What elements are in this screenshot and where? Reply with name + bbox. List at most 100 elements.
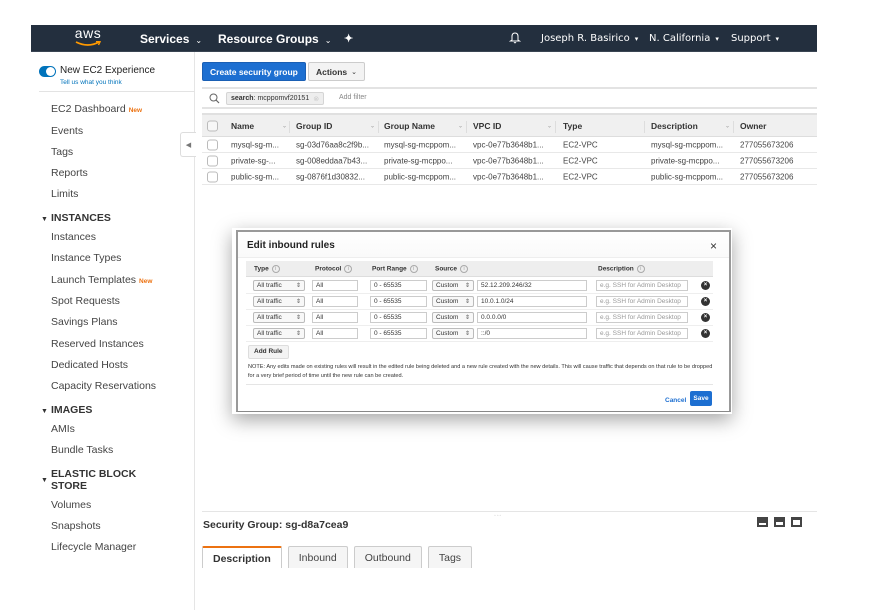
protocol-field[interactable]: All bbox=[312, 280, 358, 291]
sort-icon[interactable]: ⌄ bbox=[458, 122, 463, 129]
create-security-group-button[interactable]: Create security group bbox=[202, 62, 306, 81]
sort-icon[interactable]: ⌄ bbox=[725, 122, 730, 129]
remove-filter-icon[interactable]: ⊗ bbox=[313, 95, 319, 103]
new-experience-toggle[interactable] bbox=[39, 66, 56, 77]
search-filter-token[interactable]: search: mcppomvf20151 ⊗ bbox=[226, 92, 325, 105]
type-select[interactable]: All traffic ⇕ bbox=[253, 328, 305, 339]
sidebar-item-reserved-instances[interactable]: Reserved Instances bbox=[51, 338, 144, 350]
remove-rule-icon[interactable]: × bbox=[701, 297, 710, 306]
port-range-field[interactable]: 0 - 65535 bbox=[370, 312, 427, 323]
description-field[interactable]: e.g. SSH for Admin Desktop bbox=[596, 328, 688, 339]
tab-outbound[interactable]: Outbound bbox=[353, 546, 422, 568]
cancel-button[interactable]: Cancel bbox=[665, 397, 686, 404]
row-checkbox[interactable] bbox=[207, 139, 218, 150]
column-header-description[interactable]: Description bbox=[651, 121, 698, 131]
actions-button[interactable]: Actions ⌄ bbox=[308, 62, 365, 81]
port-range-field[interactable]: 0 - 65535 bbox=[370, 296, 427, 307]
remove-rule-icon[interactable]: × bbox=[701, 329, 710, 338]
layout-bottom-small-icon[interactable] bbox=[757, 517, 768, 527]
port-range-field[interactable]: 0 - 65535 bbox=[370, 328, 427, 339]
sidebar-item-capacity-reservations[interactable]: Capacity Reservations bbox=[51, 380, 156, 392]
description-field[interactable]: e.g. SSH for Admin Desktop bbox=[596, 312, 688, 323]
services-menu[interactable]: Services ⌄ bbox=[140, 32, 202, 46]
source-type-select[interactable]: Custom ⇕ bbox=[432, 312, 474, 323]
resource-groups-menu[interactable]: Resource Groups ⌄ bbox=[218, 32, 331, 46]
sidebar-item-snapshots[interactable]: Snapshots bbox=[51, 520, 101, 532]
column-header-name[interactable]: Name bbox=[231, 121, 254, 131]
tab-description[interactable]: Description bbox=[202, 546, 282, 568]
layout-bottom-medium-icon[interactable] bbox=[774, 517, 785, 527]
sidebar-item-lifecycle-manager[interactable]: Lifecycle Manager bbox=[51, 541, 136, 553]
info-icon[interactable]: i bbox=[636, 264, 645, 273]
sidebar-item-dedicated-hosts[interactable]: Dedicated Hosts bbox=[51, 359, 128, 371]
support-menu[interactable]: Support ▾ bbox=[731, 33, 779, 44]
tab-tags[interactable]: Tags bbox=[427, 546, 473, 568]
info-icon[interactable]: i bbox=[460, 264, 469, 273]
table-row[interactable]: mysql-sg-m... sg-03d76aa8c2f9b... mysql-… bbox=[202, 137, 817, 153]
source-field[interactable]: 10.0.1.0/24 bbox=[477, 296, 587, 307]
sidebar-item-ec2-dashboard[interactable]: EC2 Dashboard New bbox=[51, 103, 142, 115]
sidebar-item-spot-requests[interactable]: Spot Requests bbox=[51, 295, 120, 307]
row-checkbox[interactable] bbox=[207, 155, 218, 166]
drag-handle-icon[interactable]: ◦◦◦ bbox=[494, 513, 502, 519]
remove-rule-icon[interactable]: × bbox=[701, 313, 710, 322]
source-field[interactable]: ::/0 bbox=[477, 328, 587, 339]
column-header-group-name[interactable]: Group Name bbox=[384, 121, 435, 131]
table-row[interactable]: private-sg-... sg-008eddaa7b43... privat… bbox=[202, 153, 817, 169]
description-field[interactable]: e.g. SSH for Admin Desktop bbox=[596, 280, 688, 291]
source-type-select[interactable]: Custom ⇕ bbox=[432, 280, 474, 291]
column-header-owner[interactable]: Owner bbox=[740, 121, 766, 131]
info-icon[interactable]: i bbox=[409, 264, 418, 273]
tab-inbound[interactable]: Inbound bbox=[287, 546, 348, 568]
type-select[interactable]: All traffic ⇕ bbox=[253, 312, 305, 323]
source-type-select[interactable]: Custom ⇕ bbox=[432, 328, 474, 339]
info-icon[interactable]: i bbox=[271, 264, 280, 273]
feedback-link[interactable]: Tell us what you think bbox=[60, 79, 122, 86]
bell-icon[interactable] bbox=[508, 31, 522, 49]
source-field[interactable]: 0.0.0.0/0 bbox=[477, 312, 587, 323]
select-all-checkbox[interactable] bbox=[207, 120, 218, 131]
sidebar-item-events[interactable]: Events bbox=[51, 125, 83, 137]
search-filter-bar[interactable]: search: mcppomvf20151 ⊗ Add filter bbox=[202, 87, 817, 109]
table-row[interactable]: public-sg-m... sg-0876f1d30832... public… bbox=[202, 169, 817, 185]
pane-splitter[interactable] bbox=[202, 511, 817, 512]
row-checkbox[interactable] bbox=[207, 171, 218, 182]
sidebar-item-instances[interactable]: Instances bbox=[51, 231, 96, 243]
layout-bottom-large-icon[interactable] bbox=[791, 517, 802, 527]
protocol-field[interactable]: All bbox=[312, 312, 358, 323]
column-header-type[interactable]: Type bbox=[563, 121, 582, 131]
column-header-group-id[interactable]: Group ID bbox=[296, 121, 332, 131]
add-rule-button[interactable]: Add Rule bbox=[248, 345, 289, 359]
protocol-field[interactable]: All bbox=[312, 328, 358, 339]
sidebar-item-launch-templates[interactable]: Launch Templates New bbox=[51, 274, 152, 286]
remove-rule-icon[interactable]: × bbox=[701, 281, 710, 290]
add-filter-input[interactable]: Add filter bbox=[339, 94, 367, 101]
sidebar-item-bundle-tasks[interactable]: Bundle Tasks bbox=[51, 444, 113, 456]
section-instances[interactable]: ▼ INSTANCES bbox=[41, 212, 111, 226]
sidebar-item-savings-plans[interactable]: Savings Plans bbox=[51, 316, 118, 328]
port-range-field[interactable]: 0 - 65535 bbox=[370, 280, 427, 291]
type-select[interactable]: All traffic ⇕ bbox=[253, 280, 305, 291]
sidebar-item-amis[interactable]: AMIs bbox=[51, 423, 75, 435]
description-field[interactable]: e.g. SSH for Admin Desktop bbox=[596, 296, 688, 307]
sort-icon[interactable]: ⌄ bbox=[282, 122, 287, 129]
region-menu[interactable]: N. California ▾ bbox=[649, 33, 719, 44]
section-images[interactable]: ▼ IMAGES bbox=[41, 404, 92, 418]
sort-icon[interactable]: ⌄ bbox=[547, 122, 552, 129]
protocol-field[interactable]: All bbox=[312, 296, 358, 307]
info-icon[interactable]: i bbox=[344, 264, 353, 273]
sidebar-item-reports[interactable]: Reports bbox=[51, 167, 88, 179]
sidebar-item-instance-types[interactable]: Instance Types bbox=[51, 252, 121, 264]
source-field[interactable]: 52.12.209.246/32 bbox=[477, 280, 587, 291]
sidebar-item-volumes[interactable]: Volumes bbox=[51, 499, 91, 511]
close-icon[interactable]: × bbox=[710, 239, 717, 253]
pin-icon[interactable]: ✦ bbox=[344, 32, 353, 45]
sort-icon[interactable]: ⌄ bbox=[370, 122, 375, 129]
collapse-sidebar-button[interactable]: ◀ bbox=[180, 132, 196, 157]
column-header-vpc-id[interactable]: VPC ID bbox=[473, 121, 501, 131]
type-select[interactable]: All traffic ⇕ bbox=[253, 296, 305, 307]
user-menu[interactable]: Joseph R. Basirico ▾ bbox=[541, 33, 638, 44]
sidebar-item-limits[interactable]: Limits bbox=[51, 188, 78, 200]
sidebar-item-tags[interactable]: Tags bbox=[51, 146, 73, 158]
save-button[interactable]: Save bbox=[690, 391, 712, 406]
